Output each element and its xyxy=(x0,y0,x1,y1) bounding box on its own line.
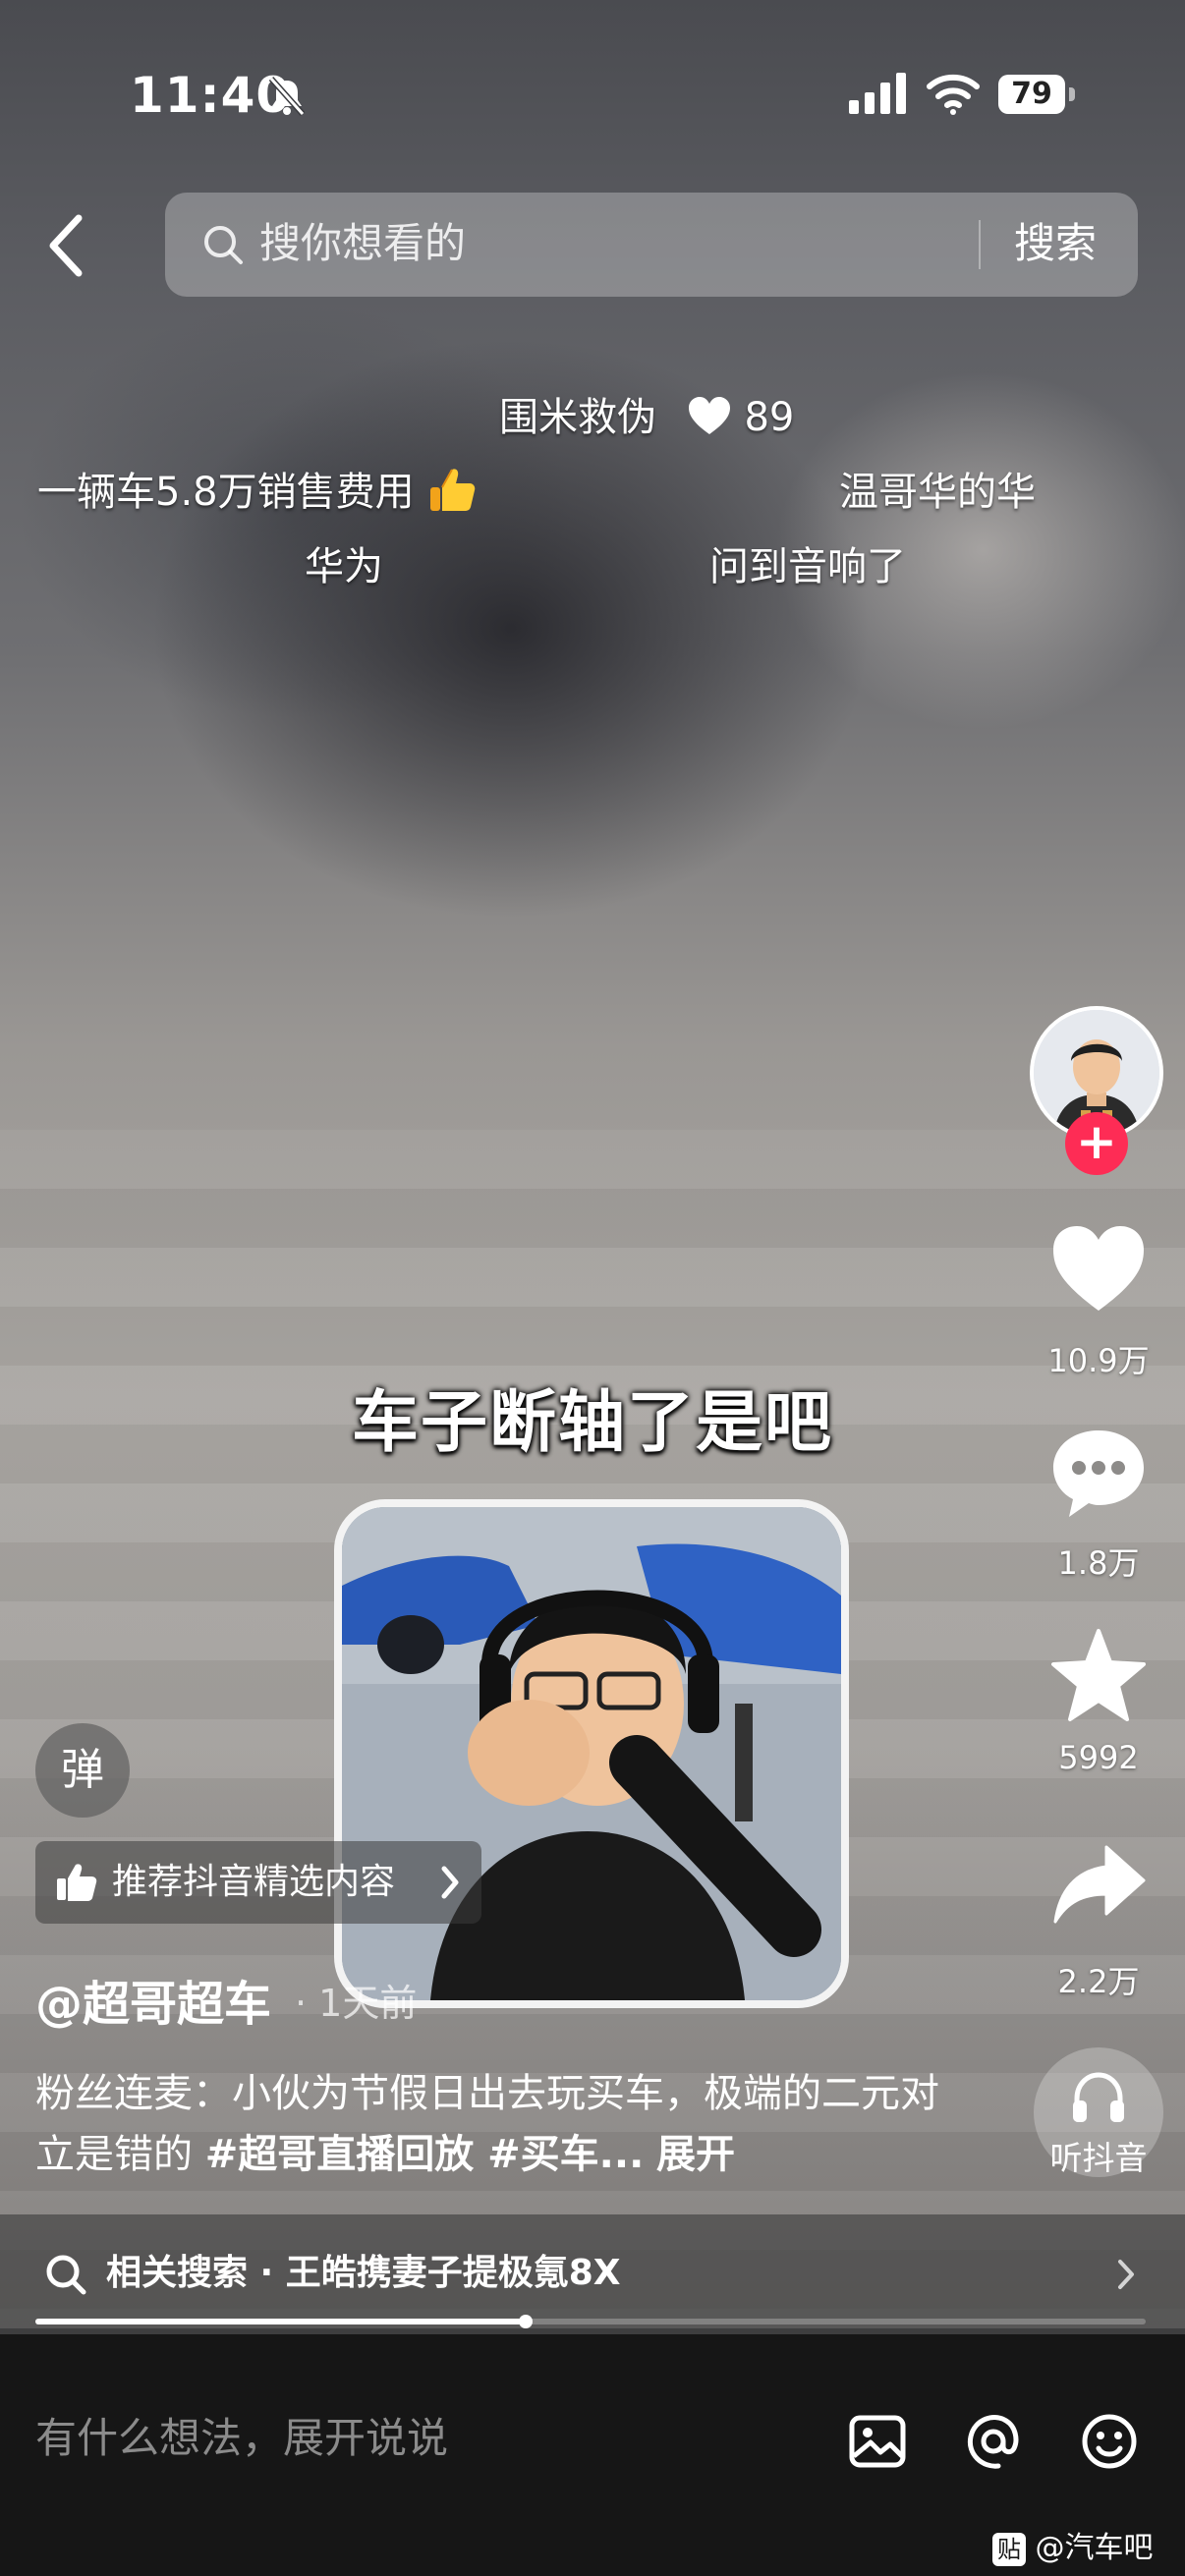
recommend-chip[interactable]: 推荐抖音精选内容 xyxy=(35,1841,481,1924)
hashtags[interactable]: #超哥直播回放 #买车... xyxy=(205,2132,645,2177)
danmaku-item: 问到音响了 xyxy=(709,544,906,589)
follow-plus-button[interactable]: + xyxy=(1065,1112,1128,1175)
related-search-text: 相关搜索 · 王皓携妻子提极氪8X xyxy=(106,2253,621,2293)
comment-input[interactable]: 有什么想法，展开说说 xyxy=(35,2409,448,2468)
search-input[interactable]: 搜你想看的 xyxy=(259,214,466,273)
bell-muted-icon xyxy=(268,77,306,116)
related-search-bar[interactable]: 相关搜索 · 王皓携妻子提极氪8X xyxy=(0,2214,1185,2334)
danmaku-like-count: 89 xyxy=(744,395,795,440)
streamer-video-frame xyxy=(342,1507,841,2000)
image-icon[interactable] xyxy=(847,2411,908,2472)
danmaku-text: 一辆车5.8万销售费用 xyxy=(37,470,415,515)
post-time: · 1天前 xyxy=(295,1982,418,2025)
progress-fill xyxy=(35,2319,527,2324)
favorite-count: 5992 xyxy=(1058,1739,1139,1776)
search-bar[interactable]: 搜你想看的 搜索 xyxy=(165,193,1138,297)
thumbs-up-icon xyxy=(57,1864,97,1901)
search-icon xyxy=(46,2255,86,2295)
search-divider xyxy=(979,220,981,269)
battery-indicator: 79 xyxy=(998,75,1077,116)
watermark-text: @汽车吧 xyxy=(1035,2531,1154,2565)
headphones-icon xyxy=(1073,2072,1124,2122)
heart-icon xyxy=(688,397,730,434)
search-button[interactable]: 搜索 xyxy=(1014,214,1097,273)
like-heart-icon[interactable] xyxy=(1047,1218,1150,1320)
battery-level: 79 xyxy=(998,75,1065,114)
recommend-text: 推荐抖音精选内容 xyxy=(112,1862,396,1902)
danmaku-item: 华为 xyxy=(305,544,383,589)
video-caption: 车子断轴了是吧 xyxy=(351,1384,833,1462)
danmaku-text: 围米救伪 xyxy=(499,395,656,440)
chevron-right-icon xyxy=(1118,2260,1134,2289)
danmaku-item: 围米救伪 89 xyxy=(499,385,794,442)
watermark-badge: 贴 xyxy=(992,2532,1026,2566)
search-icon xyxy=(204,226,243,264)
watermark: 贴 @汽车吧 xyxy=(992,2523,1154,2566)
share-arrow-icon[interactable] xyxy=(1047,1833,1150,1935)
share-count: 2.2万 xyxy=(1057,1963,1140,2000)
cellular-signal-icon xyxy=(849,73,906,114)
live-video-inset[interactable] xyxy=(334,1499,849,2008)
chevron-right-icon xyxy=(441,1866,459,1899)
expand-link[interactable]: 展开 xyxy=(656,2132,735,2177)
thumbs-up-emoji-icon xyxy=(430,469,476,511)
danmaku-item: 一辆车5.8万销售费用 xyxy=(37,460,478,517)
comment-count: 1.8万 xyxy=(1057,1544,1140,1582)
danmaku-item: 温哥华的华 xyxy=(839,470,1036,515)
battery-tip xyxy=(1069,87,1075,101)
favorite-star-icon[interactable] xyxy=(1047,1625,1150,1727)
author-name[interactable]: @超哥超车 xyxy=(35,1965,271,2034)
back-arrow-icon[interactable] xyxy=(39,206,94,285)
listen-label: 听抖音 xyxy=(1049,2139,1148,2177)
emoji-icon[interactable] xyxy=(1079,2411,1140,2472)
video-progress-bar[interactable] xyxy=(35,2315,1146,2328)
danmaku-toggle-button[interactable]: 弹 xyxy=(35,1723,130,1818)
at-mention-icon[interactable] xyxy=(963,2411,1024,2472)
post-description[interactable]: 粉丝连麦：小伙为节假日出去玩买车，极端的二元对立是错的 #超哥直播回放 #买车.… xyxy=(35,2063,939,2185)
wifi-icon xyxy=(927,74,980,115)
